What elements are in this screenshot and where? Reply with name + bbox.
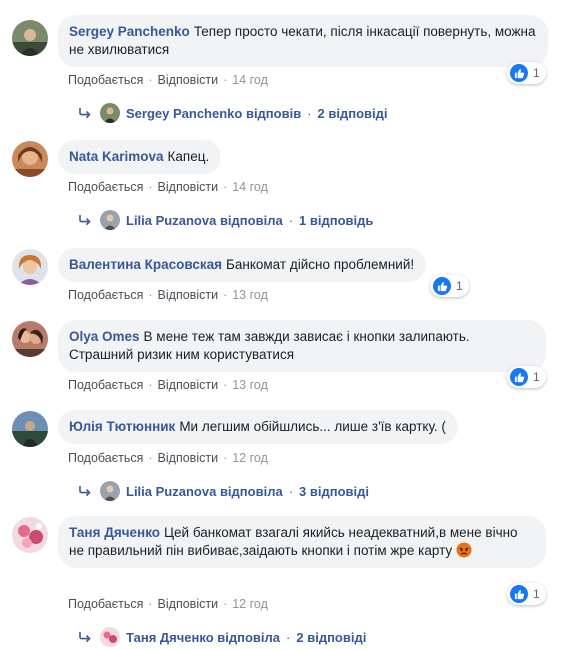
reply-verb: відповів bbox=[245, 105, 302, 121]
separator: · bbox=[223, 288, 228, 302]
like-button[interactable]: Подобається bbox=[68, 73, 143, 87]
timestamp[interactable]: 13 год bbox=[232, 378, 268, 392]
separator: · bbox=[286, 629, 291, 645]
separator: · bbox=[223, 451, 228, 465]
separator: · bbox=[223, 597, 228, 611]
comment-author[interactable]: Sergey Panchenko bbox=[69, 24, 190, 39]
reply-arrow-icon bbox=[79, 215, 91, 226]
view-replies-link[interactable]: Lilia Puzanova відповіла · 3 відповіді bbox=[78, 481, 369, 501]
comment-bubble: Валентина Красовская Банкомат дійсно проб… bbox=[58, 248, 427, 282]
reply-count: 2 відповіді bbox=[296, 629, 367, 645]
comment-actions: Подобається · Відповісти · 12 год bbox=[68, 451, 268, 465]
like-button[interactable]: Подобається bbox=[68, 597, 143, 611]
separator: · bbox=[148, 73, 153, 87]
comment-author[interactable]: Таня Дяченко bbox=[69, 525, 160, 540]
avatar[interactable] bbox=[12, 141, 48, 177]
comment-bubble: Sergey Panchenko Тепер просто чекати, піс… bbox=[58, 15, 548, 67]
separator: · bbox=[223, 73, 228, 87]
like-button[interactable]: Подобається bbox=[68, 180, 143, 194]
comment-bubble: Nata Karimova Капец. bbox=[58, 140, 222, 174]
separator: · bbox=[148, 288, 153, 302]
timestamp[interactable]: 14 год bbox=[232, 73, 268, 87]
angry-face-icon bbox=[456, 542, 472, 558]
reply-count: 2 відповіді bbox=[317, 105, 388, 121]
reply-button[interactable]: Відповісти bbox=[158, 451, 219, 465]
comment-author[interactable]: Валентина Красовская bbox=[69, 257, 222, 272]
reply-count: 1 відповідь bbox=[299, 212, 374, 228]
comment-author[interactable]: Nata Karimova bbox=[69, 149, 164, 164]
separator: · bbox=[148, 451, 153, 465]
reply-verb: відповіла bbox=[219, 483, 283, 499]
separator: · bbox=[288, 212, 294, 228]
reply-avatar bbox=[100, 210, 120, 230]
avatar[interactable] bbox=[12, 517, 48, 553]
reply-avatar bbox=[100, 481, 120, 501]
like-button[interactable]: Подобається bbox=[68, 288, 143, 302]
reply-avatar bbox=[100, 103, 120, 123]
like-reaction-icon bbox=[510, 585, 528, 603]
view-replies-link[interactable]: Sergey Panchenko відповів · 2 відповіді bbox=[78, 103, 388, 123]
comment-actions: Подобається · Відповісти · 13 год bbox=[68, 378, 268, 392]
reply-button[interactable]: Відповісти bbox=[158, 180, 219, 194]
comment-author[interactable]: Olya Omes bbox=[69, 329, 140, 344]
reaction-number: 1 bbox=[533, 587, 540, 601]
reply-button[interactable]: Відповісти bbox=[158, 288, 219, 302]
separator: · bbox=[223, 378, 228, 392]
view-replies-link[interactable]: Lilia Puzanova відповіла · 1 відповідь bbox=[78, 210, 373, 230]
like-reaction-icon bbox=[510, 368, 528, 386]
reaction-number: 1 bbox=[533, 370, 540, 384]
reply-verb: відповіла bbox=[217, 629, 281, 645]
reply-arrow-icon bbox=[79, 486, 91, 497]
avatar[interactable] bbox=[12, 249, 48, 285]
reply-button[interactable]: Відповісти bbox=[158, 378, 219, 392]
separator: · bbox=[307, 105, 312, 121]
comment-actions: Подобається · Відповісти · 14 год bbox=[68, 180, 268, 194]
timestamp[interactable]: 13 год bbox=[232, 288, 268, 302]
reaction-number: 1 bbox=[533, 66, 540, 80]
comment-author[interactable]: Юлія Тютюнник bbox=[69, 419, 175, 434]
reply-arrow-icon bbox=[79, 632, 91, 643]
reaction-count[interactable]: 1 bbox=[507, 583, 546, 605]
comment-text: Ми легшим обійшлись... лише з'їв картку.… bbox=[179, 419, 446, 434]
comment-text: Банкомат дійсно проблемний! bbox=[226, 257, 415, 272]
like-button[interactable]: Подобається bbox=[68, 378, 143, 392]
reply-author: Lilia Puzanova bbox=[126, 483, 217, 499]
reply-avatar bbox=[100, 627, 120, 647]
reply-arrow-icon bbox=[79, 108, 91, 119]
comment-actions: Подобається · Відповісти · 13 год bbox=[68, 288, 268, 302]
timestamp[interactable]: 14 год bbox=[232, 180, 268, 194]
reply-count: 3 відповіді bbox=[299, 483, 369, 499]
comment-actions: Подобається · Відповісти · 14 год bbox=[68, 73, 268, 87]
reaction-count[interactable]: 1 bbox=[430, 275, 469, 297]
reply-author: Таня Дяченко bbox=[126, 629, 214, 645]
like-reaction-icon bbox=[433, 277, 451, 295]
view-replies-link[interactable]: Таня Дяченко відповіла · 2 відповіді bbox=[78, 627, 366, 647]
comment-bubble: Olya Omes В мене теж там завжди зависає і… bbox=[58, 320, 546, 372]
timestamp[interactable]: 12 год bbox=[232, 597, 268, 611]
reaction-count[interactable]: 1 bbox=[507, 62, 546, 84]
separator: · bbox=[148, 597, 153, 611]
separator: · bbox=[223, 180, 228, 194]
reply-author: Lilia Puzanova bbox=[126, 212, 217, 228]
comment-bubble: Юлія Тютюнник Ми легшим обійшлись... лише… bbox=[58, 410, 458, 444]
avatar[interactable] bbox=[12, 20, 48, 56]
reply-button[interactable]: Відповісти bbox=[158, 597, 219, 611]
avatar[interactable] bbox=[12, 411, 48, 447]
reaction-number: 1 bbox=[456, 279, 463, 293]
comment-bubble: Таня Дяченко Цей банкомат взагалі якийсь … bbox=[58, 516, 546, 568]
like-reaction-icon bbox=[510, 64, 528, 82]
separator: · bbox=[148, 378, 153, 392]
reply-author: Sergey Panchenko bbox=[126, 105, 243, 121]
timestamp[interactable]: 12 год bbox=[232, 451, 268, 465]
separator: · bbox=[148, 180, 153, 194]
avatar[interactable] bbox=[12, 321, 48, 357]
reply-button[interactable]: Відповісти bbox=[158, 73, 219, 87]
reply-verb: відповіла bbox=[219, 212, 283, 228]
comment-actions: Подобається · Відповісти · 12 год bbox=[68, 597, 268, 611]
comment-text: Капец. bbox=[167, 149, 210, 164]
reaction-count[interactable]: 1 bbox=[507, 366, 546, 388]
separator: · bbox=[288, 483, 294, 499]
like-button[interactable]: Подобається bbox=[68, 451, 143, 465]
